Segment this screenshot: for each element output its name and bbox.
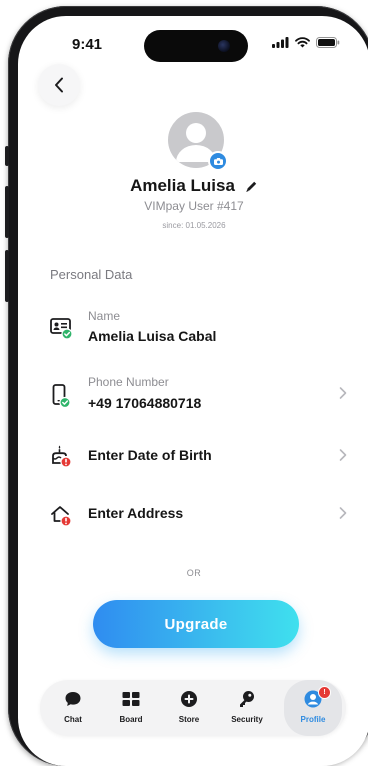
home-icon bbox=[51, 506, 72, 527]
date-of-birth-text: Enter Date of Birth bbox=[88, 447, 212, 463]
member-since: since: 01.05.2026 bbox=[162, 221, 226, 230]
tab-label: Chat bbox=[64, 715, 82, 724]
profile-name-row: Amelia Luisa bbox=[18, 176, 368, 196]
phone-value: +49 17064880718 bbox=[88, 395, 202, 411]
id-card-icon bbox=[50, 318, 73, 340]
phone-number-row[interactable]: Phone Number +49 17064880718 bbox=[48, 374, 348, 416]
tab-label: Profile bbox=[300, 715, 326, 724]
date-of-birth-row[interactable]: Enter Date of Birth bbox=[48, 442, 348, 472]
chevron-right-icon bbox=[339, 449, 347, 461]
phone-side-button bbox=[5, 146, 9, 166]
store-plus-icon bbox=[181, 691, 197, 707]
security-key-icon bbox=[240, 691, 254, 707]
tab-security[interactable]: Security bbox=[218, 680, 276, 736]
name-value: Amelia Luisa Cabal bbox=[88, 328, 217, 344]
tab-label: Board bbox=[119, 715, 143, 724]
tab-board[interactable]: Board bbox=[102, 680, 160, 736]
user-id: VIMpay User #417 bbox=[144, 199, 244, 213]
pencil-icon bbox=[246, 181, 257, 192]
name-label: Name bbox=[88, 309, 121, 323]
tab-bar: Chat Board Store Security ! Profile bbox=[40, 680, 346, 736]
or-separator: OR bbox=[186, 568, 202, 578]
chat-bubble-icon bbox=[65, 692, 81, 706]
address-row[interactable]: Enter Address bbox=[48, 500, 348, 530]
camera-badge[interactable] bbox=[208, 151, 228, 171]
profile-name: Amelia Luisa bbox=[130, 176, 235, 195]
status-icons bbox=[272, 37, 340, 48]
tab-label: Security bbox=[231, 715, 263, 724]
birthday-cake-icon bbox=[52, 445, 72, 468]
upgrade-button[interactable]: Upgrade bbox=[93, 600, 299, 648]
name-row[interactable]: Name Amelia Luisa Cabal bbox=[48, 308, 348, 348]
phone-label: Phone Number bbox=[88, 375, 169, 389]
tab-store[interactable]: Store bbox=[160, 680, 218, 736]
section-title: Personal Data bbox=[50, 267, 133, 282]
back-button[interactable] bbox=[38, 64, 80, 106]
tab-label: Store bbox=[178, 715, 200, 724]
edit-name-button[interactable] bbox=[245, 180, 258, 193]
battery-icon bbox=[316, 37, 340, 48]
signal-icon bbox=[272, 37, 289, 48]
phone-side-button bbox=[5, 186, 9, 238]
tab-profile[interactable]: ! Profile bbox=[284, 680, 342, 736]
wifi-icon bbox=[295, 37, 310, 48]
address-text: Enter Address bbox=[88, 505, 184, 521]
chevron-left-icon bbox=[55, 77, 63, 93]
dynamic-island bbox=[144, 30, 248, 62]
chevron-right-icon bbox=[339, 387, 347, 399]
camera-icon bbox=[213, 157, 223, 165]
notification-badge: ! bbox=[318, 686, 331, 699]
status-time: 9:41 bbox=[72, 36, 103, 53]
board-grid-icon bbox=[122, 692, 140, 706]
chevron-right-icon bbox=[339, 507, 347, 519]
tab-chat[interactable]: Chat bbox=[44, 680, 102, 736]
app-screen: 9:41 Amelia Luisa VIMpay User #417 since… bbox=[18, 16, 368, 766]
phone-side-button bbox=[5, 250, 9, 302]
phone-icon bbox=[52, 384, 71, 408]
